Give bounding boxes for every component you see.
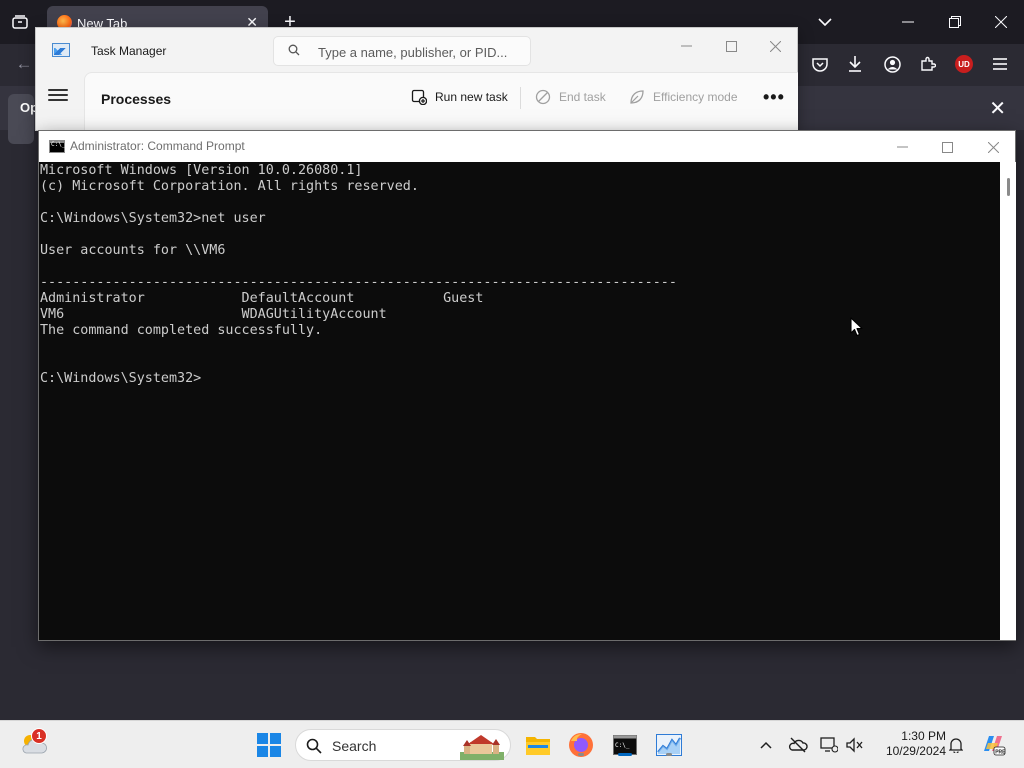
notification-count-badge: 1: [31, 728, 47, 744]
more-options-icon[interactable]: •••: [763, 87, 785, 108]
task-manager-content: Processes Run new task End task Efficien…: [84, 72, 798, 132]
run-task-icon: [411, 89, 427, 105]
run-new-task-label: Run new task: [435, 90, 508, 104]
window-title: Administrator: Command Prompt: [70, 139, 245, 153]
system-clock[interactable]: 1:30 PM 10/29/2024: [872, 729, 946, 759]
copilot-icon: PRE: [984, 736, 1006, 756]
taskbar-search-box[interactable]: Search: [295, 729, 511, 761]
leaf-icon: [630, 90, 644, 104]
onedrive-icon[interactable]: [788, 735, 808, 755]
windows-start-icon: [257, 733, 281, 757]
running-indicator: [618, 753, 632, 756]
ublock-badge: UD: [955, 55, 973, 73]
copilot-button[interactable]: PRE: [980, 731, 1006, 757]
start-button[interactable]: [256, 732, 282, 758]
file-explorer-icon: [526, 737, 550, 755]
minimize-icon[interactable]: [671, 34, 701, 58]
volume-icon[interactable]: [845, 735, 865, 755]
efficiency-mode-label: Efficiency mode: [653, 90, 738, 104]
running-indicator: [578, 753, 584, 756]
scrollbar-thumb[interactable]: [1007, 178, 1010, 196]
svg-text:C:\_: C:\_: [615, 742, 630, 749]
close-icon[interactable]: ✕: [989, 96, 1006, 121]
pocket-icon[interactable]: [810, 55, 830, 75]
close-icon[interactable]: [978, 135, 1008, 159]
search-highlight-icon: [460, 735, 504, 760]
end-task-label: End task: [559, 90, 606, 104]
console-output[interactable]: Microsoft Windows [Version 10.0.26080.1]…: [39, 162, 999, 640]
firefox-button[interactable]: [567, 731, 595, 759]
svg-text:PRE: PRE: [995, 749, 1006, 755]
network-icon[interactable]: [819, 735, 839, 755]
restore-icon[interactable]: [943, 10, 967, 34]
tab-overview-icon[interactable]: [9, 12, 31, 32]
end-task-button[interactable]: End task: [535, 89, 606, 105]
running-indicator: [666, 753, 672, 756]
close-icon[interactable]: [760, 34, 790, 58]
account-icon[interactable]: [882, 54, 902, 74]
search-icon: [288, 44, 300, 56]
maximize-icon[interactable]: [932, 135, 962, 159]
taskbar: 1 Search C:\_ 1:30 PM 10/29/2024 PRE: [0, 720, 1024, 768]
command-prompt-button[interactable]: C:\_: [611, 731, 639, 759]
clock-time: 1:30 PM: [901, 729, 946, 743]
search-label: Search: [332, 738, 377, 754]
task-manager-titlebar[interactable]: Task Manager: [36, 28, 797, 72]
run-new-task-button[interactable]: Run new task: [411, 89, 508, 105]
window-title: Task Manager: [91, 44, 167, 58]
command-prompt-icon: [49, 140, 65, 153]
chevron-up-icon[interactable]: [756, 735, 776, 755]
hamburger-menu-icon[interactable]: [48, 86, 68, 104]
task-manager-window: Task Manager Processes Run new task End …: [35, 27, 798, 132]
chevron-down-icon[interactable]: [815, 12, 835, 32]
back-arrow-icon[interactable]: ←: [14, 54, 34, 74]
efficiency-mode-button[interactable]: Efficiency mode: [629, 89, 738, 105]
minimize-icon[interactable]: [887, 135, 917, 159]
command-prompt-titlebar[interactable]: Administrator: Command Prompt: [39, 131, 1015, 162]
command-prompt-window: Administrator: Command Prompt Microsoft …: [38, 130, 1016, 641]
notification-badge: Op: [8, 94, 38, 144]
vertical-scrollbar[interactable]: [1000, 162, 1016, 640]
minimize-icon[interactable]: [896, 10, 920, 34]
extensions-icon[interactable]: [918, 54, 938, 74]
ublock-icon[interactable]: UD: [954, 54, 974, 74]
toolbar-divider: [520, 87, 521, 109]
clock-date: 10/29/2024: [885, 744, 946, 758]
mouse-pointer-icon: [850, 317, 863, 337]
process-search-box[interactable]: [273, 36, 531, 66]
search-input[interactable]: [318, 43, 523, 61]
page-title: Processes: [101, 91, 172, 107]
close-icon[interactable]: [989, 10, 1013, 34]
maximize-icon[interactable]: [716, 34, 746, 58]
end-task-icon: [535, 89, 551, 105]
file-explorer-button[interactable]: [524, 731, 552, 759]
download-icon[interactable]: [845, 54, 865, 74]
command-prompt-icon: C:\_: [613, 735, 637, 755]
task-manager-button[interactable]: [655, 731, 683, 759]
bell-icon[interactable]: [946, 735, 966, 755]
task-manager-app-icon: [52, 43, 70, 57]
hamburger-menu-icon[interactable]: [990, 54, 1010, 74]
search-icon: [306, 738, 322, 754]
